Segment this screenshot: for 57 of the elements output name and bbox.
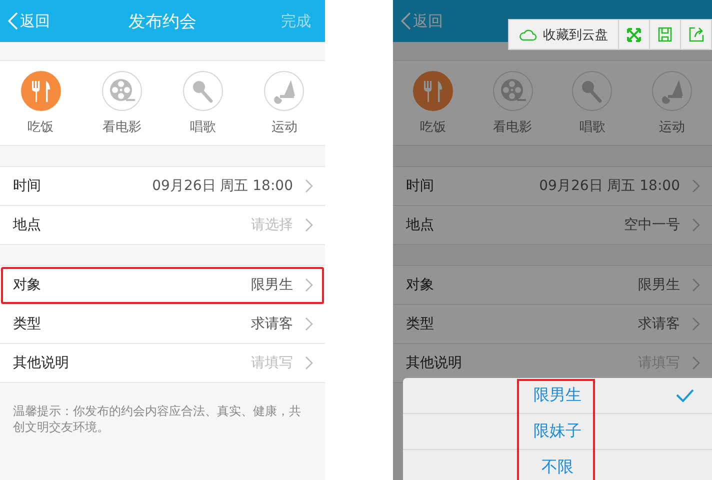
chevron-right-icon xyxy=(305,278,313,292)
category-option[interactable]: 运动 xyxy=(652,70,692,136)
row-label: 其他说明 xyxy=(406,354,462,372)
category-option[interactable]: 唱歌 xyxy=(572,70,612,136)
chevron-right-icon xyxy=(692,278,700,292)
sheet-option[interactable]: 不限 xyxy=(403,450,712,480)
form-row[interactable]: 其他说明 请填写 xyxy=(0,344,325,383)
row-label: 类型 xyxy=(406,315,434,333)
form-row[interactable]: 对象 限男生 xyxy=(393,266,712,305)
category-option[interactable]: 吃饭 xyxy=(412,70,453,136)
chevron-right-icon xyxy=(692,179,700,193)
back-chevron-icon xyxy=(401,12,411,30)
chevron-right-icon xyxy=(692,356,700,370)
row-label: 其他说明 xyxy=(13,354,69,372)
chevron-right-icon xyxy=(692,218,700,232)
sheet-option[interactable]: 限男生 xyxy=(403,378,712,414)
form-row[interactable]: 对象 限男生 xyxy=(0,266,325,305)
row-label: 时间 xyxy=(13,177,41,195)
row-value: 限男生 xyxy=(638,276,680,294)
row-label: 类型 xyxy=(13,315,41,333)
chevron-right-icon xyxy=(305,317,313,331)
category-option[interactable]: 看电影 xyxy=(102,70,142,136)
row-label: 地点 xyxy=(406,216,434,234)
row-placeholder: 请填写 xyxy=(251,354,293,372)
chevron-right-icon xyxy=(692,317,700,331)
row-value: 09月26日 周五 18:00 xyxy=(152,177,293,195)
chevron-right-icon xyxy=(305,179,313,193)
sheet-option[interactable]: 限妹子 xyxy=(403,414,712,450)
tip-text: 温馨提示：你发布的约会内容应合法、真实、健康，共创文明交友环境。 xyxy=(13,403,302,435)
row-label: 时间 xyxy=(406,177,434,195)
row-label: 地点 xyxy=(13,216,41,234)
category-option[interactable]: 运动 xyxy=(264,70,304,136)
share-icon xyxy=(688,27,704,42)
cloud-icon xyxy=(519,28,537,40)
chevron-right-icon xyxy=(305,218,313,232)
form-row[interactable]: 时间 09月26日 周五 18:00 xyxy=(0,167,325,206)
expand-icon xyxy=(627,28,641,42)
category-option[interactable]: 看电影 xyxy=(492,70,533,136)
form-row[interactable]: 时间 09月26日 周五 18:00 xyxy=(393,167,712,206)
back-chevron-icon xyxy=(8,12,18,30)
row-value: 求请客 xyxy=(251,315,293,333)
row-label: 对象 xyxy=(13,276,41,294)
save-to-cloud-button[interactable]: 收藏到云盘 xyxy=(509,20,619,49)
chevron-right-icon xyxy=(305,356,313,370)
row-label: 对象 xyxy=(406,276,434,294)
row-value: 限男生 xyxy=(251,276,293,294)
category-option[interactable]: 唱歌 xyxy=(183,70,224,136)
row-value: 空中一号 xyxy=(624,216,680,234)
form-row[interactable]: 地点 请选择 xyxy=(0,206,325,245)
row-placeholder: 请选择 xyxy=(251,216,293,234)
row-value: 09月26日 周五 18:00 xyxy=(539,177,680,195)
page-title: 发布约会 xyxy=(128,10,196,32)
form-row[interactable]: 地点 空中一号 xyxy=(393,206,712,245)
form-row[interactable]: 类型 求请客 xyxy=(0,305,325,344)
form-row[interactable]: 类型 求请客 xyxy=(393,305,712,344)
category-option[interactable]: 吃饭 xyxy=(20,70,61,136)
row-value: 求请客 xyxy=(638,315,680,333)
